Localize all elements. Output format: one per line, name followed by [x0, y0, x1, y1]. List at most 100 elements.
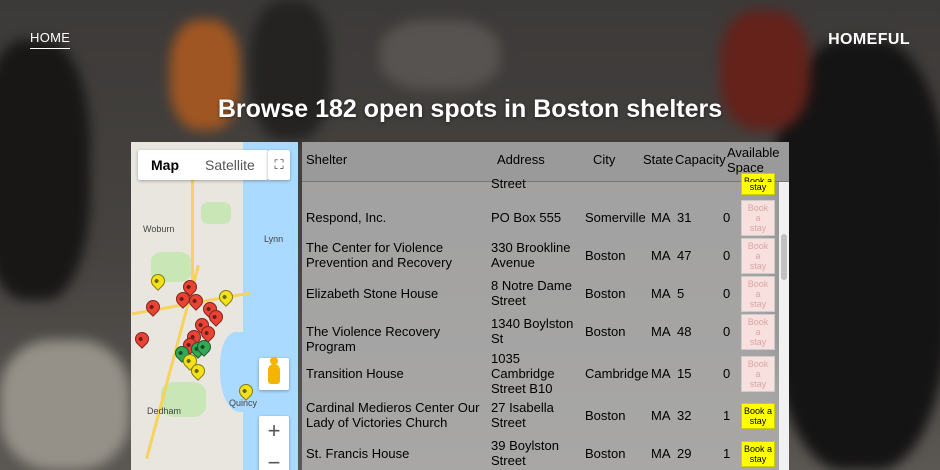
cell-address-line: 8 Notre Dame	[491, 278, 572, 293]
cell-address-line: 1035	[491, 351, 520, 366]
table-row[interactable]: St. Francis House 39 Boylston Street Boston…	[302, 434, 789, 470]
book-label: Book	[747, 241, 769, 251]
cell-state: MA	[651, 446, 671, 461]
header-address[interactable]: Address	[497, 152, 545, 167]
zoom-in-button[interactable]: +	[259, 416, 289, 448]
map-label-lynn: Lynn	[264, 234, 284, 244]
cell-shelter: The Center for Violence Prevention and Re…	[306, 240, 489, 270]
cell-address: 8 Notre Dame Street	[491, 278, 583, 308]
book-label: stay	[749, 416, 767, 426]
table-row[interactable]: The Violence Recovery Program 1340 Boylst…	[302, 312, 789, 354]
cell-city: Boston	[585, 446, 626, 461]
zoom-out-button[interactable]: −	[259, 448, 289, 470]
fullscreen-icon[interactable]: ⛶	[268, 150, 290, 180]
map-road	[191, 162, 194, 282]
cell-city: Boston	[585, 248, 626, 263]
map-label-quincy: Quincy	[229, 398, 258, 408]
book-stay-button[interactable]: Book a stay	[741, 403, 775, 429]
cell-available: 0	[723, 248, 731, 263]
home-link[interactable]: HOME	[30, 30, 71, 49]
cell-state: MA	[651, 324, 671, 339]
book-stay-button[interactable]: Book a stay	[741, 441, 775, 467]
book-stay-button[interactable]: Book a stay	[741, 238, 775, 274]
cell-city: Cambridge	[585, 366, 649, 381]
table-row[interactable]: Cardinal Medieros Center Our Lady of Vict…	[302, 396, 789, 434]
book-label: stay	[749, 454, 767, 464]
map-tab-satellite[interactable]: Satellite	[192, 150, 268, 180]
cell-address-line: Street B10	[491, 381, 553, 396]
header-available-line1[interactable]: Available	[727, 145, 780, 160]
map-tab-map[interactable]: Map	[138, 150, 192, 180]
map-pin[interactable]	[132, 329, 152, 349]
table-row-partial: Street Book a stay	[302, 173, 789, 196]
cell-address: 27 Isabella Street	[491, 400, 583, 430]
header-state[interactable]: State	[643, 152, 673, 167]
book-label: stay	[749, 337, 767, 347]
cell-shelter-line: Elizabeth Stone House	[306, 286, 439, 301]
book-label: stay	[749, 261, 767, 271]
cell-shelter-line: The Center for Violence	[306, 240, 444, 255]
book-label: a	[755, 327, 761, 337]
cell-shelter: Cardinal Medieros Center Our Lady of Vict…	[306, 400, 489, 430]
table-row[interactable]: Transition House 1035 Cambridge Street B10 C…	[302, 350, 789, 396]
cell-state: MA	[651, 248, 671, 263]
header-shelter[interactable]: Shelter	[306, 152, 347, 167]
map-pin[interactable]	[143, 297, 163, 317]
book-stay-button[interactable]: Book a stay	[741, 276, 775, 312]
cell-capacity: 32	[677, 408, 692, 423]
cell-address-line: PO Box 555	[491, 210, 562, 225]
book-label: stay	[749, 182, 767, 192]
cell-shelter: Respond, Inc.	[306, 210, 489, 225]
cell-capacity: 47	[677, 248, 692, 263]
cell-capacity: 5	[677, 286, 685, 301]
brand-logo[interactable]: HOMEFUL	[828, 31, 910, 49]
street-view-pegman-icon[interactable]	[259, 357, 289, 390]
cell-address: 330 Brookline Avenue	[491, 240, 583, 270]
cell-address-line: Street	[491, 453, 526, 468]
cell-address-line: Street	[491, 415, 526, 430]
cell-available: 0	[723, 324, 731, 339]
book-label: Book	[747, 203, 769, 213]
cell-city: Boston	[585, 408, 626, 423]
shelter-map[interactable]: Woburn Lynn Quincy Dedham Map Satellite …	[131, 142, 298, 470]
cell-address-line: Avenue	[491, 255, 535, 270]
book-stay-button[interactable]: Book a stay	[741, 314, 775, 350]
book-label: Book	[747, 359, 769, 369]
table-row[interactable]: The Center for Violence Prevention and Re…	[302, 236, 789, 274]
page-title: Browse 182 open spots in Boston shelters	[217, 95, 723, 123]
cell-address: PO Box 555	[491, 210, 583, 225]
map-pin[interactable]	[216, 287, 236, 307]
scrollbar-thumb[interactable]	[781, 234, 787, 280]
cell-city: Somerville	[585, 210, 646, 225]
table-row[interactable]: Elizabeth Stone House 8 Notre Dame Street B…	[302, 274, 789, 312]
cell-address: 39 Boylston Street	[491, 438, 583, 468]
book-stay-button[interactable]: Book a stay	[741, 173, 775, 195]
cell-capacity: 48	[677, 324, 692, 339]
cell-shelter-line: Lady of Victories Church	[306, 415, 448, 430]
cell-available: 1	[723, 446, 731, 461]
map-park	[201, 202, 231, 224]
table-scrollbar[interactable]	[779, 182, 789, 470]
cell-shelter: Elizabeth Stone House	[306, 286, 489, 301]
cell-state: MA	[651, 210, 671, 225]
cell-state: MA	[651, 408, 671, 423]
book-label: stay	[749, 379, 767, 389]
cell-capacity: 15	[677, 366, 692, 381]
cell-shelter-line: Cardinal Medieros Center Our	[306, 400, 480, 415]
book-label: stay	[749, 299, 767, 309]
book-label: stay	[749, 223, 767, 233]
book-label: Book	[747, 317, 769, 327]
book-stay-button[interactable]: Book a stay	[741, 200, 775, 236]
cell-shelter-line: Respond, Inc.	[306, 210, 387, 225]
book-stay-button[interactable]: Book a stay	[741, 356, 775, 392]
header-capacity[interactable]: Capacity	[675, 152, 726, 167]
cell-address-line: St	[491, 331, 504, 346]
cell-address-line: 1340 Boylston	[491, 316, 574, 331]
zoom-control: + −	[259, 416, 289, 470]
cell-address: 1340 Boylston St	[491, 316, 583, 346]
header-city[interactable]: City	[593, 152, 615, 167]
book-label: Book a	[743, 444, 773, 454]
shelter-table: Shelter Address City State Capacity Avai…	[302, 142, 789, 470]
cell-shelter: St. Francis House	[306, 446, 489, 461]
table-row[interactable]: Respond, Inc. PO Box 555 Somerville MA 31 0 Bo…	[302, 198, 789, 236]
